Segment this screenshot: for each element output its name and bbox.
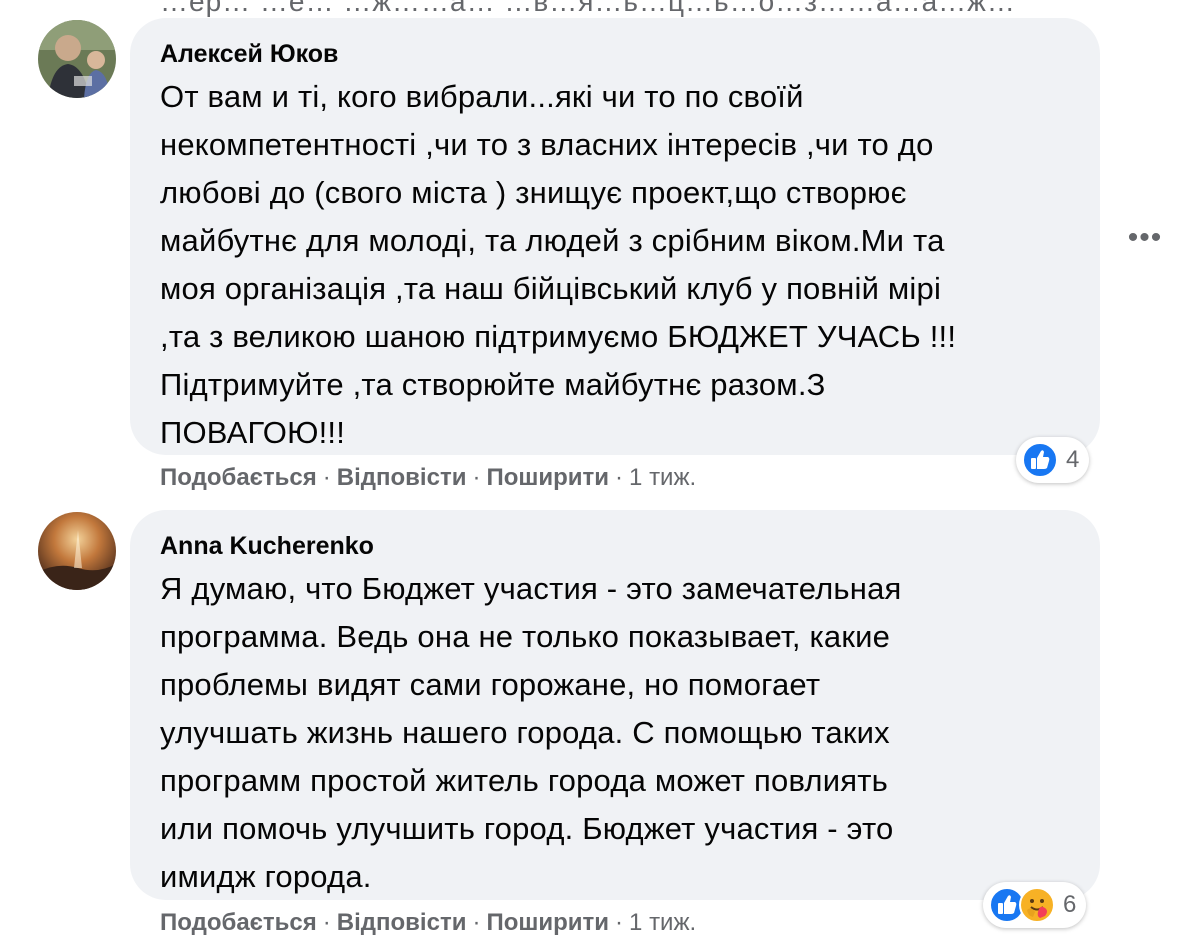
comment-line: или помочь улучшить город. Бюджет участи… (160, 811, 894, 846)
like-button[interactable]: Подобається (160, 909, 317, 937)
separator: · (322, 909, 331, 936)
cut-off-text: …ер… …е… …ж……а… …в…я…ь…ц…ь…о…з……а…а…ж… (160, 0, 1016, 17)
care-icon (1019, 887, 1055, 923)
like-icon (1022, 442, 1058, 478)
more-options-button[interactable]: ••• (1122, 221, 1168, 254)
reactions-summary[interactable]: 6 (983, 882, 1087, 928)
avatar[interactable] (38, 20, 116, 98)
comment-line: Я думаю, что Бюджет участия - это замеча… (160, 571, 902, 606)
comments-section: …ер… …е… …ж……а… …в…я…ь…ц…ь…о…з……а…а…ж… А… (0, 0, 1200, 952)
share-button[interactable]: Поширити (486, 909, 609, 937)
comment-bubble: Anna Kucherenko Я думаю, что Бюджет учас… (130, 510, 1100, 900)
comment-line: программа. Ведь она не только показывает… (160, 619, 891, 654)
comment-bubble: Алексей Юков От вам и ті, кого вибрали..… (130, 18, 1100, 455)
reactions-summary[interactable]: 4 (1016, 437, 1090, 483)
comment-actions: Подобається · Відповісти · Поширити · 1 … (160, 909, 696, 937)
comment-line: ПОВАГОЮ!!! (160, 415, 346, 450)
comment-line: улучшать жизнь нашего города. С помощью … (160, 715, 890, 750)
comment-line: майбутнє для молоді, та людей з срібним … (160, 223, 945, 258)
comment-line: программ простой житель города может пов… (160, 763, 888, 798)
comment-text: От вам и ті, кого вибрали...які чи то по… (160, 73, 1070, 457)
avatar-photo (38, 20, 116, 98)
comment-timestamp[interactable]: 1 тиж. (629, 464, 696, 492)
reply-button[interactable]: Відповісти (337, 909, 467, 937)
avatar[interactable] (38, 512, 116, 590)
comment-actions: Подобається · Відповісти · Поширити · 1 … (160, 464, 696, 492)
reaction-count: 4 (1066, 446, 1080, 473)
separator: · (615, 464, 624, 491)
comment-line: От вам и ті, кого вибрали...які чи то по… (160, 79, 804, 114)
reply-button[interactable]: Відповісти (337, 464, 467, 492)
reaction-count: 6 (1063, 891, 1077, 918)
comment-line: ,та з великою шаною підтримуємо БЮДЖЕТ У… (160, 319, 957, 354)
avatar-photo (38, 512, 116, 590)
separator: · (615, 909, 624, 936)
comment-timestamp[interactable]: 1 тиж. (629, 909, 696, 937)
like-button[interactable]: Подобається (160, 464, 317, 492)
comment-line: некомпетентності ,чи то з власних інтере… (160, 127, 934, 162)
comment-author[interactable]: Anna Kucherenko (160, 530, 1070, 562)
comment-line: проблемы видят сами горожане, но помогае… (160, 667, 821, 702)
separator: · (472, 464, 481, 491)
separator: · (322, 464, 331, 491)
comment-line: моя організація ,та наш бійцівський клуб… (160, 271, 942, 306)
separator: · (472, 909, 481, 936)
comment-text: Я думаю, что Бюджет участия - это замеча… (160, 565, 1070, 901)
share-button[interactable]: Поширити (486, 464, 609, 492)
comment-author[interactable]: Алексей Юков (160, 38, 1070, 70)
comment-line: Підтримуйте ,та створюйте майбутнє разом… (160, 367, 826, 402)
comment-line: имидж города. (160, 859, 372, 894)
comment-line: любові до (свого міста ) знищує проект,щ… (160, 175, 907, 210)
